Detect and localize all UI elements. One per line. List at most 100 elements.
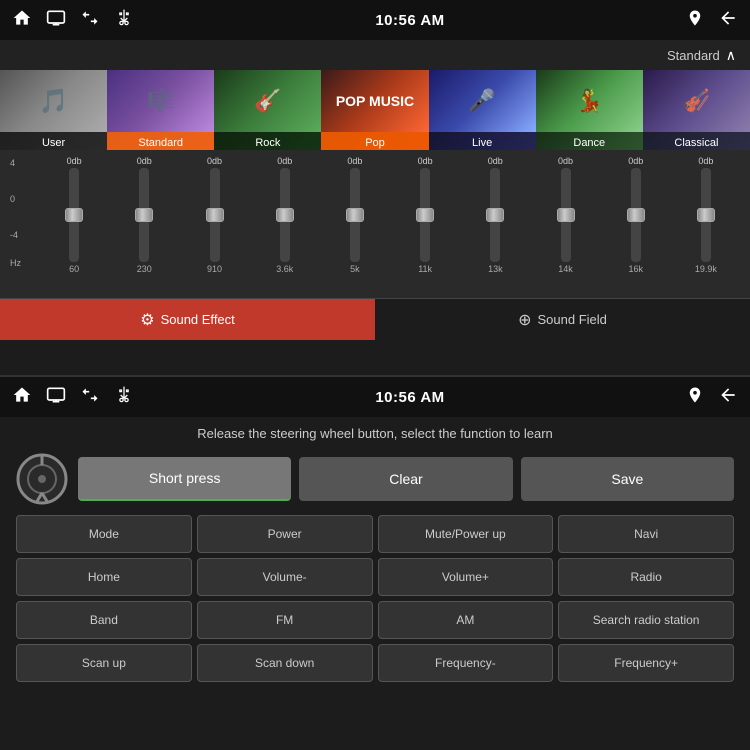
eq-slider-thumb-14k [557,208,575,222]
location-icon-2 [686,386,704,409]
profile-label: Standard [667,48,720,63]
fn-button-fm[interactable]: FM [197,601,373,639]
save-button[interactable]: Save [521,457,734,501]
eq-slider-track-11k[interactable] [420,168,430,262]
usb-icon-2[interactable] [114,385,134,410]
eq-slider-track-230[interactable] [139,168,149,262]
profile-thumb-live[interactable]: 🎤 Live [429,70,536,150]
eq-slider-track-5k[interactable] [350,168,360,262]
eq-slider-thumb-5k [346,208,364,222]
eq-band-19.9k[interactable]: 0db 19.9k [672,154,740,274]
fn-button-am[interactable]: AM [378,601,554,639]
eq-band-14k[interactable]: 0db 14k [531,154,599,274]
profile-thumb-rock[interactable]: 🎸 Rock [214,70,321,150]
eq-slider-thumb-16k [627,208,645,222]
clock-top: 10:56 AM [375,12,444,29]
eq-slider-track-3.6k[interactable] [280,168,290,262]
eq-db-value-13k: 0db [488,154,503,168]
arrows-icon[interactable] [80,8,100,33]
fn-button-search-radio-station[interactable]: Search radio station [558,601,734,639]
profile-selector-bar[interactable]: Standard ∧ [0,40,750,70]
fn-button-band[interactable]: Band [16,601,192,639]
eq-slider-thumb-60 [65,208,83,222]
fn-button-volume[interactable]: Volume- [197,558,373,596]
eq-freq-label-13k: 13k [488,264,503,274]
arrows-icon-2[interactable] [80,385,100,410]
eq-slider-track-13k[interactable] [490,168,500,262]
tab-sound-field-label: Sound Field [538,312,607,327]
eq-slider-thumb-230 [135,208,153,222]
eq-db-value-3.6k: 0db [277,154,292,168]
eq-band-910[interactable]: 0db 910 [180,154,248,274]
action-buttons: Short press Clear Save [78,457,734,501]
status-bar-bottom: 10:56 AM [0,377,750,417]
profile-thumbnails: 🎵 User 🎼 Standard 🎸 Rock POP MUSIC Pop 🎤 [0,70,750,150]
eq-slider-track-19.9k[interactable] [701,168,711,262]
screen-icon-2[interactable] [46,385,66,410]
steering-wheel-icon [16,453,68,505]
eq-band-230[interactable]: 0db 230 [110,154,178,274]
usb-icon[interactable] [114,8,134,33]
eq-freq-label-14k: 14k [558,264,573,274]
steering-content: Release the steering wheel button, selec… [0,417,750,688]
profile-label-user: User [0,132,107,150]
fn-button-power[interactable]: Power [197,515,373,553]
eq-slider-track-14k[interactable] [561,168,571,262]
fn-button-radio[interactable]: Radio [558,558,734,596]
status-bar-bottom-right [686,385,738,410]
eq-db-scale: 4 0 -4 [10,158,18,240]
eq-db-value-19.9k: 0db [698,154,713,168]
eq-freq-label-11k: 11k [418,264,432,274]
eq-band-60[interactable]: 0db 60 [40,154,108,274]
eq-slider-track-16k[interactable] [631,168,641,262]
eq-slider-track-60[interactable] [69,168,79,262]
clock-bottom: 10:56 AM [375,389,444,406]
profile-thumb-standard[interactable]: 🎼 Standard [107,70,214,150]
eq-band-3.6k[interactable]: 0db 3.6k [251,154,319,274]
fn-button-mode[interactable]: Mode [16,515,192,553]
profile-label-rock: Rock [214,132,321,150]
eq-freq-label-19.9k: 19.9k [695,264,717,274]
profile-label-standard: Standard [107,132,214,150]
eq-freq-label-230: 230 [137,264,152,274]
short-press-button[interactable]: Short press [78,457,291,501]
eq-slider-track-910[interactable] [210,168,220,262]
home-icon-2[interactable] [12,385,32,410]
eq-db-value-910: 0db [207,154,222,168]
screen-icon[interactable] [46,8,66,33]
profile-label-classical: Classical [643,132,750,150]
sound-effect-icon: ⚙ [140,310,154,330]
fn-button-frequency[interactable]: Frequency+ [558,644,734,682]
eq-freq-label-5k: 5k [350,264,360,274]
fn-button-scan-down[interactable]: Scan down [197,644,373,682]
fn-button-scan-up[interactable]: Scan up [16,644,192,682]
db-label-0: 0 [10,194,18,204]
profile-thumb-user[interactable]: 🎵 User [0,70,107,150]
fn-button-home[interactable]: Home [16,558,192,596]
fn-button-frequency[interactable]: Frequency- [378,644,554,682]
eq-band-16k[interactable]: 0db 16k [602,154,670,274]
eq-band-13k[interactable]: 0db 13k [461,154,529,274]
profile-thumb-pop[interactable]: POP MUSIC Pop [321,70,428,150]
eq-band-11k[interactable]: 0db 11k [391,154,459,274]
eq-freq-label-3.6k: 3.6k [276,264,293,274]
back-icon-2[interactable] [718,385,738,410]
back-icon[interactable] [718,8,738,33]
eq-band-5k[interactable]: 0db 5k [321,154,389,274]
profile-thumb-classical[interactable]: 🎻 Classical [643,70,750,150]
eq-db-value-60: 0db [67,154,82,168]
profile-thumb-dance[interactable]: 💃 Dance [536,70,643,150]
eq-db-value-14k: 0db [558,154,573,168]
tab-sound-field[interactable]: ⊕ Sound Field [375,299,750,340]
fn-button-mute-power-up[interactable]: Mute/Power up [378,515,554,553]
fn-button-navi[interactable]: Navi [558,515,734,553]
eq-slider-thumb-3.6k [276,208,294,222]
fn-button-volume[interactable]: Volume+ [378,558,554,596]
tab-sound-effect-label: Sound Effect [161,312,235,327]
steering-wheel-panel: 10:56 AM Release the steering wheel butt… [0,375,750,750]
status-bar-bottom-left [12,385,134,410]
home-icon[interactable] [12,8,32,33]
tab-sound-effect[interactable]: ⚙ Sound Effect [0,299,375,340]
profile-label-pop: Pop [321,132,428,150]
clear-button[interactable]: Clear [299,457,512,501]
